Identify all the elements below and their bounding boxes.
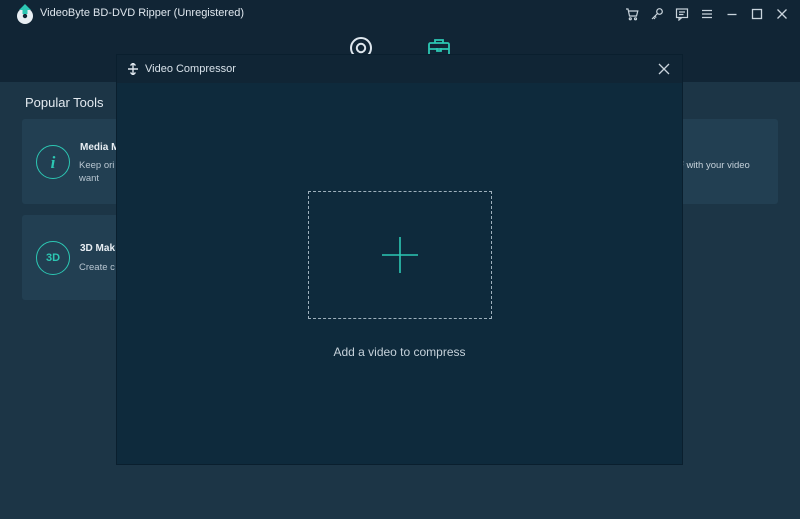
compress-icon xyxy=(128,63,138,75)
app-title: VideoByte BD-DVD Ripper (Unregistered) xyxy=(40,7,244,19)
section-title: Popular Tools xyxy=(25,95,104,110)
menu-icon[interactable] xyxy=(694,3,719,25)
dialog-header: Video Compressor xyxy=(117,55,682,83)
tool-desc-line2: want xyxy=(79,173,100,184)
tool-name: 3D Mak xyxy=(80,243,116,254)
cart-icon[interactable] xyxy=(619,3,644,25)
maximize-icon[interactable] xyxy=(744,3,769,25)
tool-desc-line1: Create c xyxy=(79,262,115,273)
app-logo-icon xyxy=(17,4,33,24)
close-icon[interactable] xyxy=(769,3,794,25)
feedback-icon[interactable] xyxy=(669,3,694,25)
tool-desc-line1: Keep ori xyxy=(79,160,115,171)
3d-icon: 3D xyxy=(36,241,70,275)
add-video-dropzone[interactable] xyxy=(308,191,492,319)
svg-text:i: i xyxy=(51,153,56,172)
dialog-title: Video Compressor xyxy=(145,63,236,75)
tool-desc-line1: F with your video xyxy=(678,160,750,171)
title-bar: VideoByte BD-DVD Ripper (Unregistered) xyxy=(0,0,800,28)
tool-name: Media M xyxy=(80,142,120,153)
window-controls xyxy=(619,3,794,25)
dialog-body: Add a video to compress xyxy=(117,83,682,464)
dropzone-label: Add a video to compress xyxy=(333,345,466,359)
minimize-icon[interactable] xyxy=(719,3,744,25)
plus-icon xyxy=(382,237,418,273)
video-compressor-dialog: Video Compressor Add a video to compress xyxy=(116,54,683,465)
info-icon: i xyxy=(36,145,70,179)
dialog-close-icon[interactable] xyxy=(656,61,672,77)
key-icon[interactable] xyxy=(644,3,669,25)
